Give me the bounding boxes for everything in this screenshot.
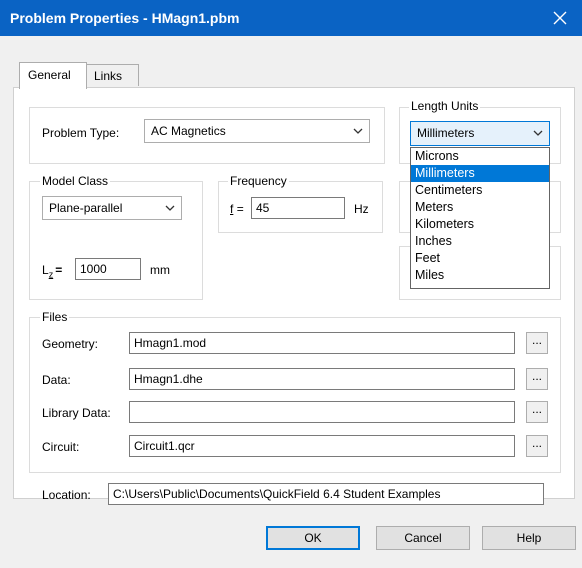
chevron-down-icon bbox=[533, 130, 543, 136]
location-value: C:\Users\Public\Documents\QuickField 6.4… bbox=[113, 487, 441, 501]
lz-unit: mm bbox=[150, 263, 170, 277]
ok-button[interactable]: OK bbox=[266, 526, 360, 550]
circuit-field[interactable]: Circuit1.qcr bbox=[129, 435, 515, 457]
tab-links-label: Links bbox=[94, 69, 123, 83]
unit-option-kilometers[interactable]: Kilometers bbox=[411, 216, 549, 233]
library-data-field[interactable] bbox=[129, 401, 515, 423]
close-button[interactable] bbox=[538, 0, 582, 36]
frequency-f-label: f = bbox=[230, 202, 244, 216]
problem-type-select[interactable]: AC Magnetics bbox=[144, 119, 370, 143]
cancel-button[interactable]: Cancel bbox=[376, 526, 470, 550]
length-units-select[interactable]: Millimeters bbox=[410, 121, 550, 146]
tab-general-label: General bbox=[28, 68, 71, 82]
model-class-select[interactable]: Plane-parallel bbox=[42, 196, 182, 220]
data-label: Data: bbox=[42, 373, 71, 387]
problem-type-value: AC Magnetics bbox=[151, 124, 226, 138]
unit-option-inches[interactable]: Inches bbox=[411, 233, 549, 250]
frequency-unit: Hz bbox=[354, 202, 369, 216]
tab-links[interactable]: Links bbox=[85, 64, 139, 86]
geometry-browse-button[interactable]: ... bbox=[526, 332, 548, 354]
help-button[interactable]: Help bbox=[482, 526, 576, 550]
problem-type-label: Problem Type: bbox=[42, 126, 120, 140]
chevron-down-icon bbox=[353, 128, 363, 134]
files-group-label: Files bbox=[40, 310, 70, 324]
close-icon bbox=[553, 11, 567, 25]
length-units-group-label: Length Units bbox=[409, 99, 481, 113]
data-field[interactable]: Hmagn1.dhe bbox=[129, 368, 515, 390]
chevron-down-icon bbox=[165, 205, 175, 211]
frequency-value: 45 bbox=[256, 201, 270, 215]
unit-option-microns[interactable]: Microns bbox=[411, 148, 549, 165]
model-class-value: Plane-parallel bbox=[49, 201, 123, 215]
model-class-group-label: Model Class bbox=[40, 174, 111, 188]
lz-value: 1000 bbox=[80, 262, 107, 276]
unit-option-miles[interactable]: Miles bbox=[411, 267, 549, 284]
unit-option-centimeters[interactable]: Centimeters bbox=[411, 182, 549, 199]
location-label: Location: bbox=[42, 488, 91, 502]
tab-general[interactable]: General bbox=[19, 62, 87, 89]
library-data-label: Library Data: bbox=[42, 406, 111, 420]
lz-label: Lz = bbox=[42, 263, 63, 280]
circuit-label: Circuit: bbox=[42, 440, 80, 454]
geometry-label: Geometry: bbox=[42, 337, 99, 351]
lz-input[interactable]: 1000 bbox=[75, 258, 141, 280]
unit-option-millimeters[interactable]: Millimeters bbox=[411, 165, 549, 182]
frequency-input[interactable]: 45 bbox=[251, 197, 345, 219]
data-browse-button[interactable]: ... bbox=[526, 368, 548, 390]
frequency-group-label: Frequency bbox=[228, 174, 289, 188]
library-data-browse-button[interactable]: ... bbox=[526, 401, 548, 423]
length-units-value: Millimeters bbox=[417, 126, 475, 140]
geometry-field[interactable]: Hmagn1.mod bbox=[129, 332, 515, 354]
window-title: Problem Properties - HMagn1.pbm bbox=[10, 10, 240, 26]
unit-option-feet[interactable]: Feet bbox=[411, 250, 549, 267]
length-units-dropdown: Microns Millimeters Centimeters Meters K… bbox=[410, 147, 550, 289]
title-bar: Problem Properties - HMagn1.pbm bbox=[0, 0, 582, 36]
unit-option-meters[interactable]: Meters bbox=[411, 199, 549, 216]
location-field[interactable]: C:\Users\Public\Documents\QuickField 6.4… bbox=[108, 483, 544, 505]
circuit-browse-button[interactable]: ... bbox=[526, 435, 548, 457]
